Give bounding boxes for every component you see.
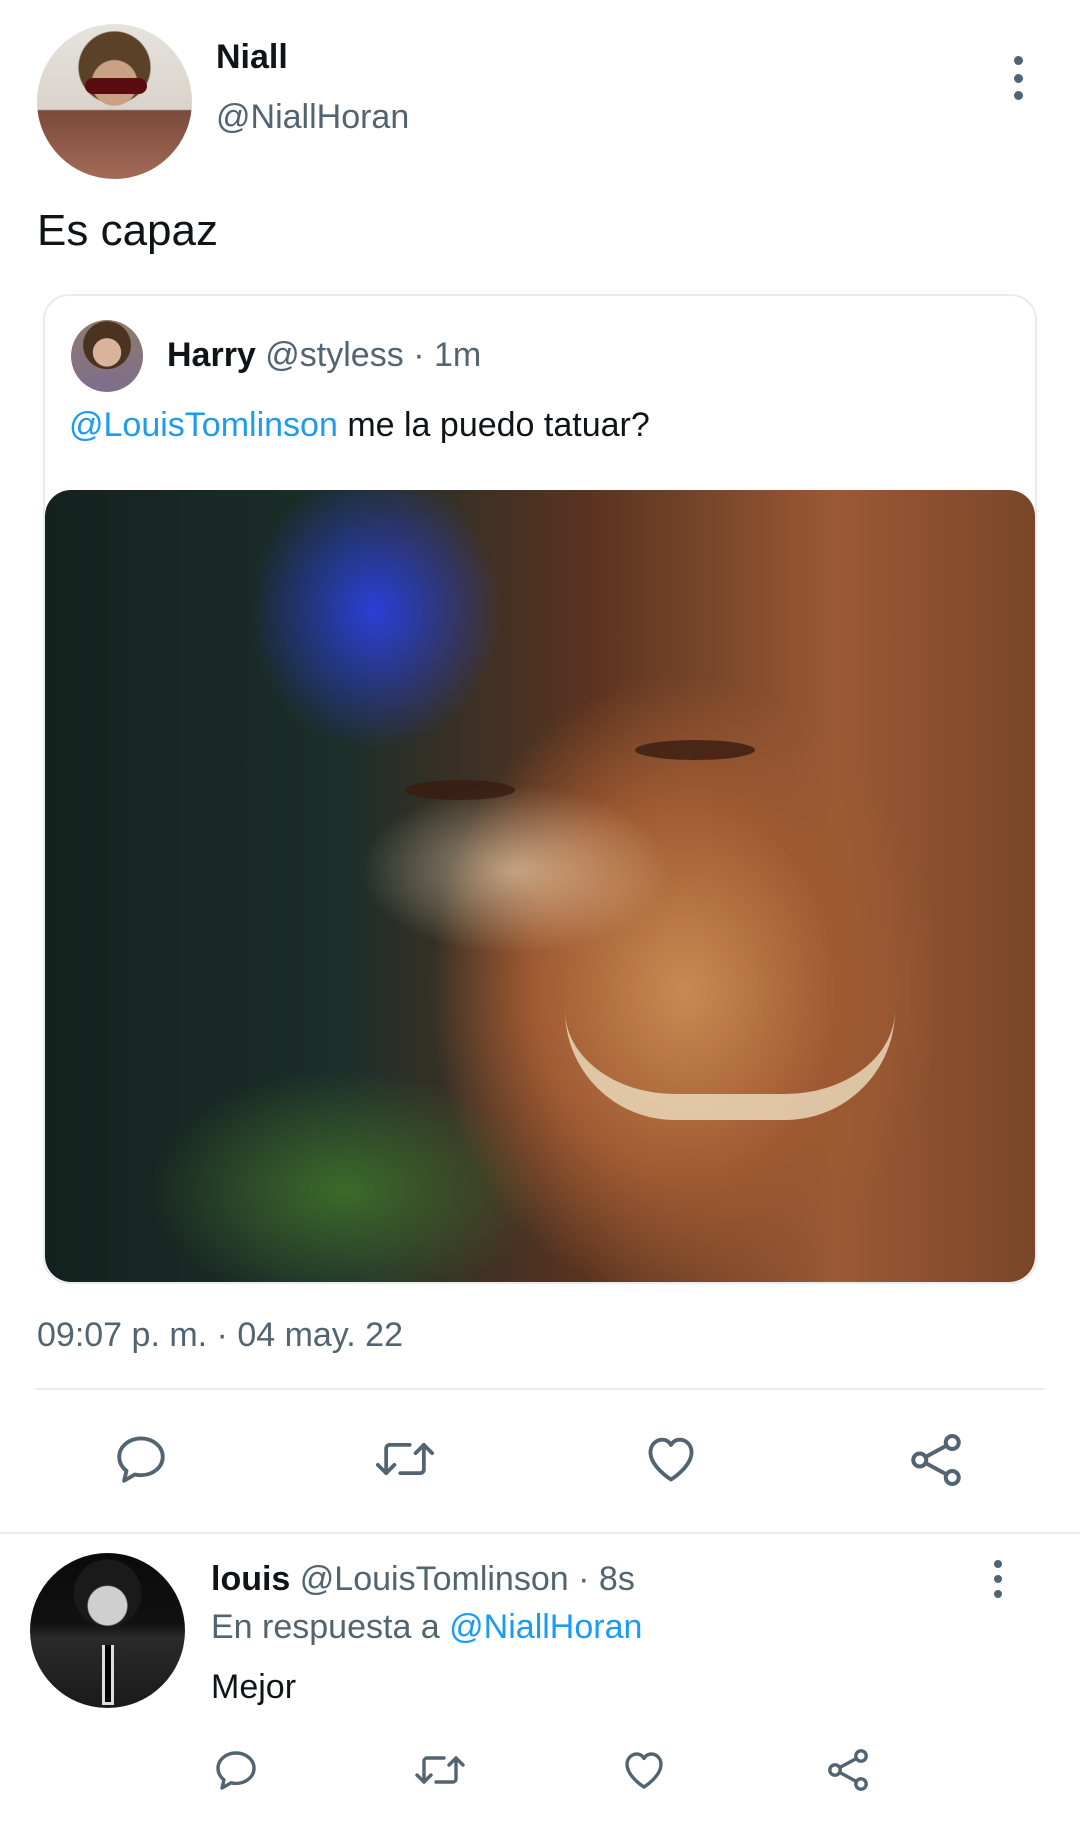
quoted-text-body: me la puedo tatuar? [347, 406, 650, 444]
tweet-timestamp: 09:07 p. m. · 04 may. 22 [37, 1316, 403, 1354]
quoted-time: 1m [433, 336, 482, 374]
quoted-tweet-text: @LouisTomlinson me la puedo tatuar? [69, 406, 650, 445]
section-divider [0, 1532, 1080, 1534]
user-handle[interactable]: @NiallHoran [216, 98, 409, 137]
share-icon[interactable] [824, 1746, 872, 1794]
like-icon[interactable] [620, 1746, 668, 1794]
quoted-display-name: Harry [167, 336, 256, 374]
tie-detail [102, 1645, 114, 1705]
mention-link[interactable]: @LouisTomlinson [69, 406, 338, 444]
reply-icon[interactable] [212, 1746, 260, 1794]
sunglasses-detail [85, 78, 147, 94]
quoted-handle: @styless [265, 336, 404, 374]
more-options-icon[interactable] [1006, 56, 1030, 100]
reply-tweet-text: Mejor [211, 1668, 297, 1706]
reply-icon[interactable] [112, 1430, 170, 1488]
like-icon[interactable] [642, 1430, 700, 1488]
reply-display-name[interactable]: louis [211, 1560, 290, 1598]
more-options-icon[interactable] [988, 1560, 1008, 1598]
divider [36, 1388, 1044, 1390]
quoted-tweet-card[interactable]: Harry @styless · 1m @LouisTomlinson me l… [43, 294, 1037, 1284]
separator-dot: · [578, 1560, 590, 1598]
avatar[interactable] [37, 24, 192, 179]
reply-tweet-header: louis @LouisTomlinson · 8s [211, 1560, 635, 1599]
share-icon[interactable] [906, 1430, 966, 1490]
quoted-avatar[interactable] [71, 320, 143, 392]
retweet-icon[interactable] [412, 1746, 468, 1794]
replying-to-line: En respuesta a @NiallHoran [211, 1608, 642, 1647]
reply-handle[interactable]: @LouisTomlinson [300, 1560, 569, 1598]
retweet-icon[interactable] [372, 1430, 438, 1488]
quoted-tweet-header: Harry @styless · 1m [167, 336, 481, 375]
reply-avatar[interactable] [30, 1553, 185, 1708]
reply-action-bar [0, 1746, 1080, 1798]
separator-dot: · [413, 336, 425, 374]
replying-to-mention[interactable]: @NiallHoran [449, 1608, 642, 1646]
reply-time: 8s [598, 1560, 635, 1598]
tweet-action-bar [0, 1430, 1080, 1492]
display-name[interactable]: Niall [216, 38, 288, 77]
replying-label: En respuesta a [211, 1608, 440, 1646]
quoted-photo[interactable] [45, 490, 1035, 1282]
tweet-text: Es capaz [37, 206, 218, 255]
